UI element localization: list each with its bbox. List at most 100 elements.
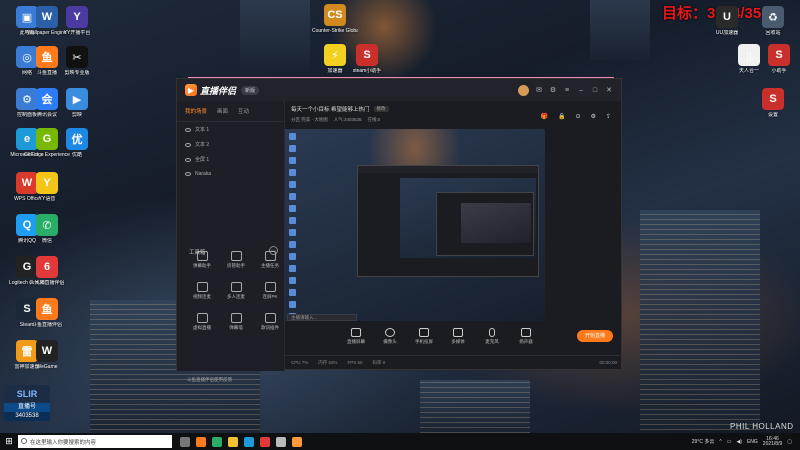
toolbox-item[interactable]: 视频连麦 [185, 282, 219, 300]
notification-icon[interactable]: ▢ [787, 439, 792, 445]
scene-item[interactable]: Naraka [177, 167, 284, 181]
start-button[interactable]: ⊞ [0, 436, 18, 447]
tab-interact[interactable]: 互动 [238, 107, 249, 115]
tool-icon [196, 282, 208, 292]
live-preview[interactable] [285, 129, 545, 321]
eye-icon[interactable] [185, 142, 191, 147]
maximize-icon[interactable]: □ [591, 87, 599, 94]
share-icon[interactable]: ⇪ [606, 113, 611, 120]
desktop-icon-label: 斗鱼直播伴侣 [31, 322, 62, 328]
desktop-icon[interactable]: 优优酷 [54, 128, 100, 158]
version-badge[interactable]: 新版 [241, 85, 260, 95]
desktop-icon[interactable]: W WeGame [24, 340, 70, 370]
bitrate-status: 码率 0 [372, 359, 386, 365]
toolbox-item[interactable]: 弹幕墙 [219, 313, 253, 331]
settings-icon[interactable]: ⚙ [591, 113, 596, 120]
room-title[interactable]: 每天一个小目标 希望能够上热门 [291, 105, 370, 113]
live-companion-window[interactable]: ▶ 直播伴侣 新版 ✉ ⚙ ≡ – □ ✕ 我的场景 画面 互动 文本 1 文本… [176, 78, 623, 382]
desktop-icon[interactable]: ♻ 回收站 [750, 6, 796, 36]
network-icon[interactable]: ▭ [727, 439, 732, 445]
scene-item[interactable]: 文本 1 [177, 122, 284, 137]
tool-icon [264, 251, 276, 261]
microphone-button[interactable]: 麦克风 [481, 327, 503, 345]
weather-status[interactable]: 29°C 多云 [692, 438, 715, 445]
minimize-icon[interactable]: – [577, 87, 585, 94]
start-live-button[interactable]: 开始直播 [577, 330, 613, 342]
input-method[interactable]: ENG [747, 439, 758, 445]
tab-screen[interactable]: 画面 [217, 107, 228, 115]
live-companion-taskbar-icon[interactable] [292, 436, 302, 447]
camera-button[interactable]: 摄像头 [379, 327, 401, 345]
message-icon[interactable]: ✉ [535, 86, 543, 94]
app-icon: S [762, 88, 784, 110]
record-icon[interactable]: ⊙ [576, 113, 581, 120]
media-button[interactable]: 多媒体 [447, 327, 469, 345]
button-label: 直播屏幕 [347, 338, 365, 344]
desktop-icon[interactable]: U UU加速器 [704, 6, 750, 36]
app-taskbar-icon[interactable] [276, 436, 286, 447]
app-icon: 鱼 [36, 298, 58, 320]
taskbar-search[interactable]: 在这里输入你要搜索的内容 [18, 435, 172, 448]
tool-icon [230, 282, 242, 292]
preview-input[interactable]: 主播请输入... [287, 314, 357, 321]
tray-chevron-icon[interactable]: ^ [719, 439, 721, 445]
phone-icon [419, 327, 429, 337]
desktop-icon-label: 小助手 [771, 68, 787, 74]
app-taskbar-icon[interactable] [260, 436, 270, 447]
toolbox-item[interactable]: 虚拟直播 [185, 313, 219, 331]
eye-icon[interactable] [185, 127, 191, 132]
folder-taskbar-icon[interactable] [228, 436, 238, 447]
desktop-icon[interactable]: 鱼斗鱼直播伴侣 [24, 298, 70, 328]
volume-icon[interactable]: ◀) [736, 439, 742, 445]
douyu-taskbar-icon[interactable] [196, 436, 206, 447]
toolbox-item[interactable]: 房管助手 [219, 251, 253, 269]
app-icon: CS [324, 4, 346, 26]
app-titlebar[interactable]: ▶ 直播伴侣 新版 ✉ ⚙ ≡ – □ ✕ [177, 79, 621, 101]
edit-title-button[interactable]: 修改 [373, 106, 389, 112]
toolbox-item[interactable]: 多人连麦 [219, 282, 253, 300]
edge-taskbar-icon[interactable] [244, 436, 254, 447]
toolbox-item[interactable]: 弹幕助手 [185, 251, 219, 269]
feedback-link[interactable]: 斗鱼直播伴侣使用反馈 [187, 377, 232, 383]
screen-capture-button[interactable]: 直播屏幕 [345, 327, 367, 345]
desktop-icon[interactable]: Ssteam小助手 [344, 44, 390, 74]
search-icon [21, 438, 27, 444]
cpu-status: CPU 7% [291, 360, 309, 365]
clock[interactable]: 16:46 2021/8/9 [763, 436, 782, 447]
close-icon[interactable]: ✕ [605, 86, 613, 94]
desktop-icon-label: 六间房直播伴侣 [29, 280, 65, 286]
app-icon: S [356, 44, 378, 66]
avatar[interactable] [518, 84, 529, 96]
desktop-icon[interactable]: ✆ 微信 [24, 214, 70, 244]
desktop-icon[interactable]: Y YY开播平台 [54, 6, 100, 36]
desktop-icon[interactable]: Y YY语音 [24, 172, 70, 202]
gift-icon[interactable]: 🎁 [541, 113, 548, 120]
desktop-icon[interactable]: S 小助手 [756, 44, 800, 74]
phone-cast-button[interactable]: 手机投屏 [413, 327, 435, 345]
desktop-icon[interactable]: ✂ 剪映专业版 [54, 46, 100, 76]
desktop-icon[interactable]: S 设置 [750, 88, 796, 118]
speaker-button[interactable]: 扬声器 [515, 327, 537, 345]
toolbox-item[interactable]: 主播任务 [253, 251, 287, 269]
eye-icon[interactable] [185, 157, 191, 162]
toolbox-item[interactable]: 歌词插件 [253, 313, 287, 331]
toolbox-item[interactable]: 连屏PK [253, 282, 287, 300]
desktop-icon[interactable]: CS Counter-Strike Global Off... [312, 4, 358, 34]
scene-item[interactable]: 全屏 1 [177, 152, 284, 167]
source-toolbar: 直播屏幕 摄像头 手机投屏 多媒体 麦克风 扬声器 开始直播 [285, 321, 623, 351]
eye-icon[interactable] [185, 172, 191, 176]
wechat-taskbar-icon[interactable] [212, 436, 222, 447]
scene-item[interactable]: 文本 2 [177, 137, 284, 152]
tab-my-scenes[interactable]: 我的场景 [185, 107, 207, 115]
lock-icon[interactable]: 🔒 [558, 113, 565, 120]
tool-icon [230, 251, 242, 261]
task-view-icon[interactable] [180, 436, 190, 447]
menu-icon[interactable]: ≡ [563, 87, 571, 94]
desktop-icon[interactable]: ▶ 剪映 [54, 88, 100, 118]
desktop-icon-label: 设置 [767, 112, 778, 118]
app-icon: ✆ [36, 214, 58, 236]
app-icon: 6 [36, 256, 58, 278]
status-bar: CPU 7% 内存 53% FPS 60 码率 0 00:00:00 [285, 355, 623, 369]
settings-icon[interactable]: ⚙ [549, 86, 557, 94]
desktop-icon[interactable]: 6 六间房直播伴侣 [24, 256, 70, 286]
